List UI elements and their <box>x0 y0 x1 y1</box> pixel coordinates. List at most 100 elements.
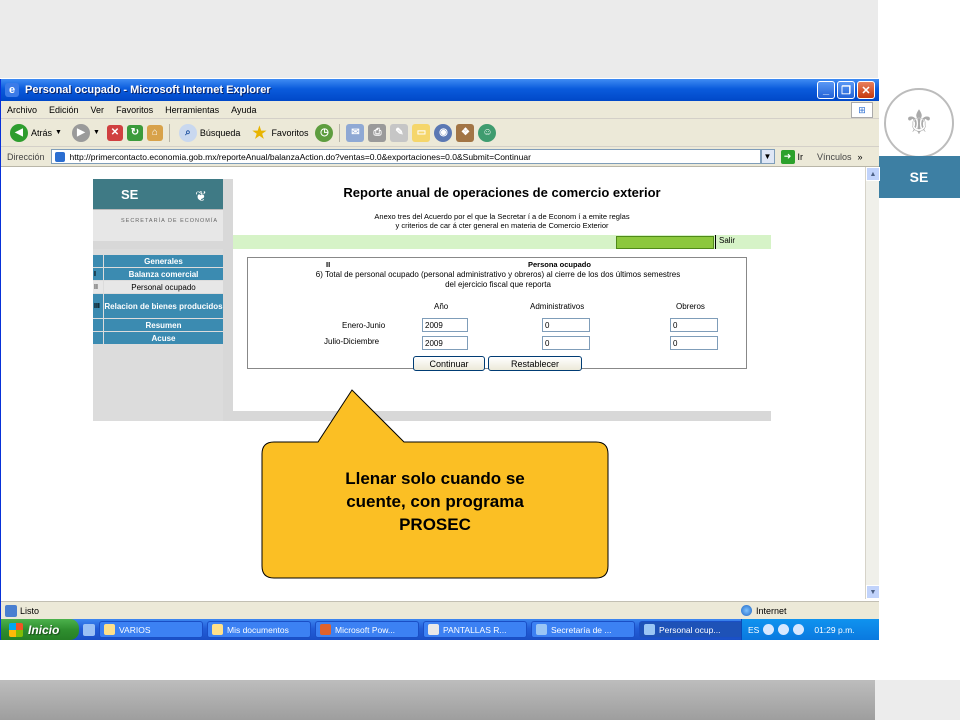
scroll-down-icon[interactable]: ▼ <box>866 585 880 599</box>
question-line-1: 6) Total de personal ocupado (personal a… <box>315 270 681 279</box>
col-header-workers: Obreros <box>676 302 705 311</box>
menu-herramientas[interactable]: Herramientas <box>159 105 225 115</box>
vertical-scrollbar[interactable]: ▲ ▼ <box>865 167 880 599</box>
task-powerpoint[interactable]: Microsoft Pow... <box>315 621 419 638</box>
menu-bar: Archivo Edición Ver Favoritos Herramient… <box>1 101 879 119</box>
contacts-icon[interactable]: ☺ <box>478 123 497 142</box>
zone-label: Internet <box>756 605 787 616</box>
task-label: Microsoft Pow... <box>335 624 395 635</box>
subtitle-line-2: y criterios de car á cter general en mat… <box>395 221 609 230</box>
menu-edicion[interactable]: Edición <box>43 105 85 115</box>
links-chevron-icon[interactable]: » <box>858 152 863 162</box>
nav-item-bienes[interactable]: III Relacion de bienes producidos <box>93 294 223 318</box>
address-dropdown-chevron-icon[interactable]: ▼ <box>760 149 775 164</box>
quick-launch <box>83 623 95 636</box>
nav-label: Generales <box>104 255 223 267</box>
toolbar-separator <box>339 123 341 142</box>
messenger-icon[interactable]: ◉ <box>434 123 453 142</box>
nav-label: Resumen <box>104 319 223 331</box>
menu-ayuda[interactable]: Ayuda <box>225 105 262 115</box>
research-icon[interactable]: ❖ <box>456 123 475 142</box>
form-box: II Persona ocupado 6) Total de personal … <box>247 257 747 371</box>
back-button[interactable]: ◀ Atrás ▼ <box>7 123 65 142</box>
forward-button[interactable]: ▶ ▼ <box>69 123 103 142</box>
menu-favoritos[interactable]: Favoritos <box>110 105 159 115</box>
task-pantallas[interactable]: PANTALLAS R... <box>423 621 527 638</box>
ie-icon: e <box>5 83 19 97</box>
page-status-icon <box>5 604 17 617</box>
tray-icon[interactable] <box>778 624 790 635</box>
maximize-button[interactable]: ❐ <box>837 81 855 99</box>
year-input-2[interactable]: 2009 <box>422 336 468 350</box>
search-icon: ⌕ <box>178 123 197 142</box>
col-header-year: Año <box>434 302 449 311</box>
ie-icon <box>644 624 655 635</box>
nav-item-personal[interactable]: II Personal ocupado <box>93 281 223 293</box>
quick-launch-icon[interactable] <box>83 623 95 636</box>
continue-button[interactable]: Continuar <box>413 356 485 371</box>
home-icon[interactable]: ⌂ <box>146 124 163 141</box>
admin-input-2[interactable]: 0 <box>542 336 590 350</box>
task-mis-documentos[interactable]: Mis documentos <box>207 621 311 638</box>
reset-button[interactable]: Restablecer <box>488 356 582 371</box>
mexico-seal-icon: ⚜ <box>884 88 954 158</box>
slide-top-band <box>0 0 878 78</box>
task-label: Mis documentos <box>227 624 289 635</box>
links-button[interactable]: Vínculos <box>817 152 852 162</box>
tray-icon[interactable] <box>763 624 775 635</box>
folder-icon <box>104 624 115 635</box>
back-label: Atrás <box>31 127 53 138</box>
menu-archivo[interactable]: Archivo <box>1 105 43 115</box>
status-indicator <box>616 236 714 249</box>
history-icon[interactable]: ◷ <box>315 123 334 142</box>
menu-ver[interactable]: Ver <box>85 105 111 115</box>
notes-icon[interactable]: ▭ <box>412 123 431 142</box>
nav-num: I <box>93 268 103 280</box>
start-label: Inicio <box>28 622 60 637</box>
edit-icon[interactable]: ✎ <box>390 123 409 142</box>
task-secretaria[interactable]: Secretaría de ... <box>531 621 635 638</box>
task-personal-ocupado[interactable]: Personal ocup... <box>639 621 743 638</box>
col-header-admin: Administrativos <box>530 302 585 311</box>
search-button[interactable]: ⌕ Búsqueda <box>176 123 244 142</box>
year-input-1[interactable]: 2009 <box>422 318 468 332</box>
scroll-up-icon[interactable]: ▲ <box>866 167 880 181</box>
toolbar: ◀ Atrás ▼ ▶ ▼ ✕ ↻ ⌂ ⌕ Búsqueda ★ Favorit… <box>1 119 879 147</box>
se-logo-text: SE <box>121 187 139 202</box>
title-bar[interactable]: e Personal ocupado - Microsoft Internet … <box>1 79 879 101</box>
favorites-button[interactable]: ★ Favoritos <box>247 124 311 142</box>
go-label: Ir <box>797 151 804 162</box>
nav-label: Acuse <box>104 332 223 344</box>
se-logo-subtitle: SECRETARÍA DE ECONOMÍA <box>121 218 219 224</box>
ie-icon <box>536 624 547 635</box>
close-button[interactable]: ✕ <box>857 81 875 99</box>
stop-icon[interactable]: ✕ <box>106 124 123 141</box>
workers-input-2[interactable]: 0 <box>670 336 718 350</box>
address-bar: Dirección http://primercontacto.economia… <box>1 147 879 167</box>
print-icon[interactable]: ⎙ <box>368 123 387 142</box>
refresh-icon[interactable]: ↻ <box>126 124 143 141</box>
slide-brand: SE <box>878 156 960 198</box>
nav-num <box>93 255 103 267</box>
address-input[interactable]: http://primercontacto.economia.gob.mx/re… <box>50 149 761 164</box>
left-nav: Generales I Balanza comercial II Persona… <box>93 249 223 421</box>
nav-item-resumen[interactable]: Resumen <box>93 319 223 331</box>
back-arrow-icon: ◀ <box>10 123 28 142</box>
workers-input-1[interactable]: 0 <box>670 318 718 332</box>
minimize-button[interactable]: _ <box>817 81 835 99</box>
task-varios[interactable]: VARIOS <box>99 621 203 638</box>
exit-link[interactable]: Salir <box>719 236 735 245</box>
tray-icon[interactable] <box>793 624 805 635</box>
nav-item-acuse[interactable]: Acuse <box>93 332 223 344</box>
mail-icon[interactable]: ✉ <box>346 123 365 142</box>
start-button[interactable]: Inicio <box>1 619 79 640</box>
eagle-emblem-icon: ❦ <box>195 187 207 204</box>
nav-item-balanza[interactable]: I Balanza comercial <box>93 268 223 280</box>
go-button[interactable]: ➜ Ir <box>780 149 804 164</box>
nav-item-generales[interactable]: Generales <box>93 255 223 267</box>
exit-bar: Salir <box>233 235 771 249</box>
section-number: II <box>326 260 331 269</box>
admin-input-1[interactable]: 0 <box>542 318 590 332</box>
slide-bottom-right-band <box>875 680 960 720</box>
language-indicator[interactable]: ES <box>748 625 759 635</box>
